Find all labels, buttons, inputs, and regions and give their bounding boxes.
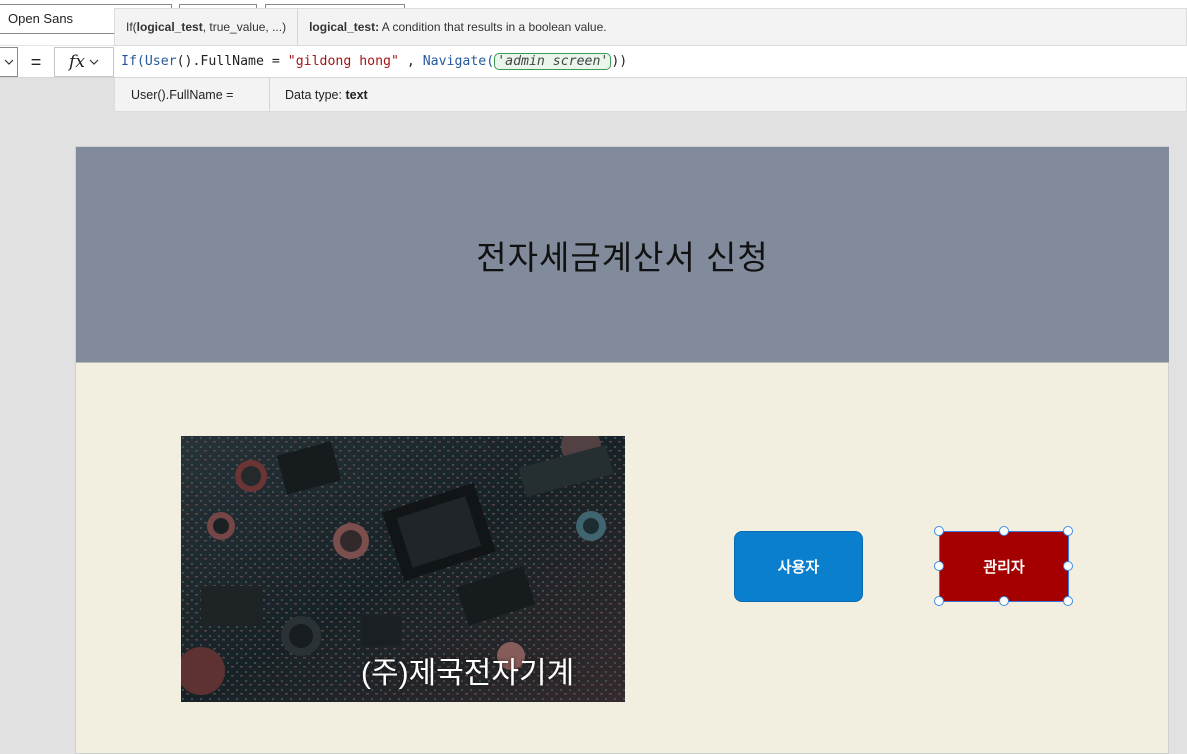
formula-token-close: )) [611,54,628,69]
formula-bar: = fx If(User().FullName = "gildong hong"… [0,46,1187,78]
result-expression: User().FullName = [115,78,270,111]
data-type-value: text [345,87,368,102]
fn-name: If( [126,20,137,34]
property-dropdown[interactable] [0,47,18,77]
param-label: logical_test: [309,20,380,34]
fn-active-param: logical_test [136,20,203,34]
param-description: logical_test: A condition that results i… [298,20,618,34]
circuit-board-image[interactable]: (주)제국전자기계 [181,436,625,702]
formula-token-comma: , [398,54,423,69]
app-root: Open Sans If(logical_test, true_value, .… [0,0,1187,754]
fn-rest-params: , true_value, ...) [202,20,287,34]
formula-token-string: "gildong hong" [287,54,399,69]
fx-icon: fx [69,52,85,72]
formula-input[interactable]: If(User().FullName = "gildong hong" , Na… [121,46,627,78]
photo-caption: (주)제국전자기계 [361,657,575,690]
chevron-down-icon [4,59,13,65]
admin-button[interactable]: 관리자 [939,531,1069,602]
header-band: 전자세금계산서 신청 [76,147,1169,363]
formula-token-user: User [144,54,177,69]
param-desc-text: A condition that results in a boolean va… [379,20,607,34]
expression-result-bar: User().FullName = Data type: text [114,78,1187,112]
result-data-type: Data type: text [270,88,383,102]
function-tooltip: If(logical_test, true_value, ...) logica… [114,8,1187,46]
formula-token-if: If( [121,54,145,69]
data-type-label: Data type: [285,87,346,102]
equals-sign: = [30,52,42,72]
user-button[interactable]: 사용자 [734,531,863,602]
chevron-down-icon [89,59,99,65]
header-title: 전자세금계산서 신청 [476,238,769,276]
function-signature: If(logical_test, true_value, ...) [115,9,299,45]
app-canvas: 전자세금계산서 신청 (주)제국전자기계 사용자 관리자 [75,146,1169,754]
formula-token-navigate: Navigate( [422,54,495,69]
fx-button[interactable]: fx [54,47,114,77]
formula-token-screen-name: 'admin screen' [494,53,612,70]
formula-token-fullname: ().FullName = [176,54,288,69]
